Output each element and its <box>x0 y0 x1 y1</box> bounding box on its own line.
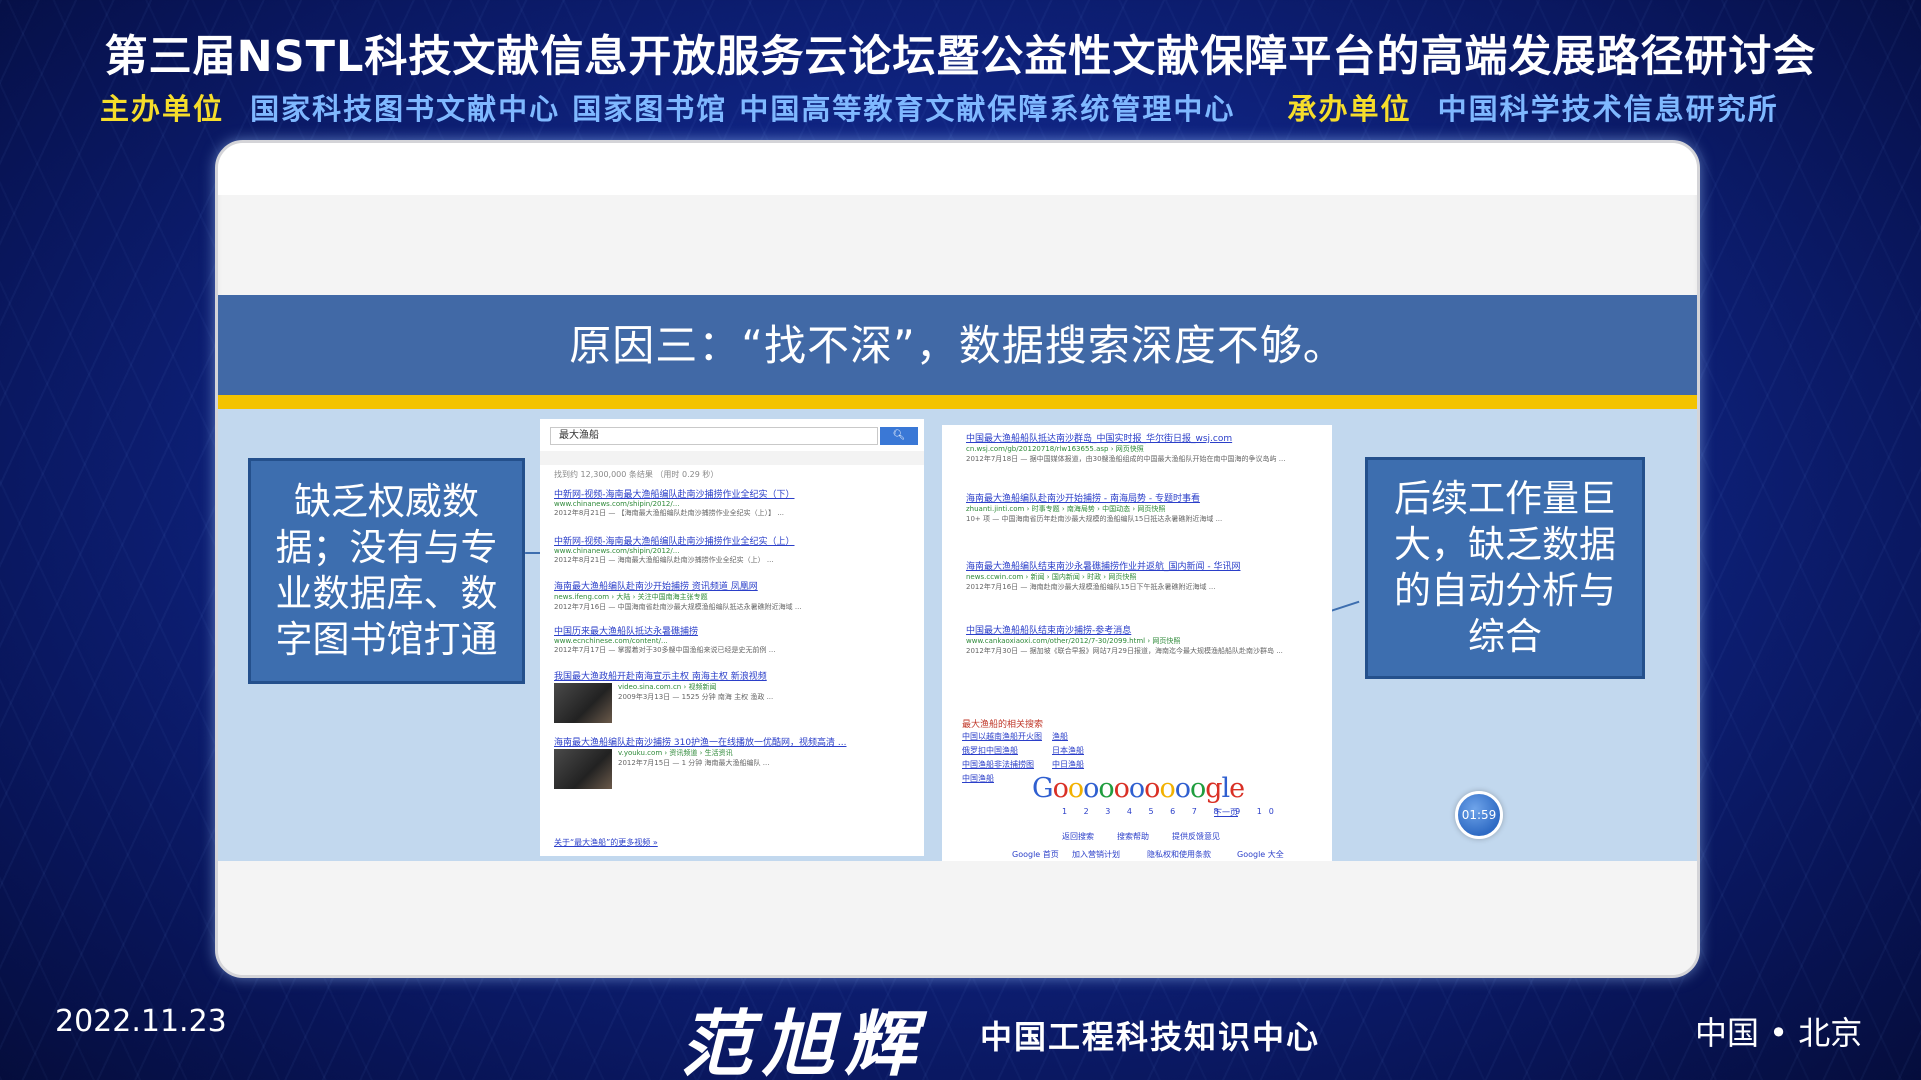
related-search-link[interactable]: 渔船 <box>1052 731 1068 742</box>
search-result[interactable]: 海南最大渔船编队结束南沙永暑礁捕捞作业并返航_国内新闻 - 华讯网 news.c… <box>966 559 1316 592</box>
search-result[interactable]: 海南最大渔船编队赴南沙开始捕捞 资讯频道 凤凰网 news.ifeng.com … <box>554 579 914 612</box>
result-snippet: 2012年7月18日 — 据中国媒体报道，由30艘渔船组成的中国最大渔船队开始在… <box>966 455 1286 463</box>
speaker-name: 范旭辉 <box>680 1002 927 1080</box>
presentation-slide: 原因三：“找不深”，数据搜索深度不够。 缺乏权威数据；没有与专业数据库、数字图书… <box>215 140 1700 978</box>
result-title[interactable]: 海南最大渔船编队赴南沙开始捕捞 资讯频道 凤凰网 <box>554 579 914 592</box>
event-location: 中国 • 北京 <box>1695 1014 1863 1052</box>
search-icon: 🔍︎ <box>892 430 906 441</box>
logo-letter: e <box>1229 773 1245 804</box>
result-title[interactable]: 中国最大渔船船队结束南沙捕捞-参考消息 <box>966 623 1316 636</box>
logo-letter: o <box>1144 773 1160 804</box>
footer-link[interactable]: 返回搜索 <box>1062 831 1094 842</box>
result-title[interactable]: 中新网-视频-海南最大渔船编队赴南沙捕捞作业全纪实（上） <box>554 534 914 547</box>
result-title[interactable]: 我国最大渔政船开赴南海宣示主权 南海主权 新浪视频 <box>554 669 914 682</box>
logo-letter: o <box>1174 773 1191 804</box>
result-title[interactable]: 中新网-视频-海南最大渔船编队赴南沙捕捞作业全纪实（下） <box>554 487 914 500</box>
footer-link[interactable]: 加入营销计划 <box>1072 849 1120 860</box>
organizer-label: 主办单位 <box>100 92 225 126</box>
result-title[interactable]: 中国最大渔船船队抵达南沙群岛_中国实时报_华尔街日报_wsj.com <box>966 431 1316 444</box>
slide-timer[interactable]: 01:59 <box>1455 791 1503 839</box>
logo-letter: o <box>1113 773 1130 804</box>
result-snippet: 2012年7月16日 — 海南赴南沙最大规模渔船编队15日下午抵永暑礁附近海域 … <box>966 583 1216 591</box>
result-title[interactable]: 中国历来最大渔船队抵达永暑礁捕捞 <box>554 624 914 637</box>
video-thumbnail[interactable] <box>554 683 612 723</box>
result-url: news.ifeng.com › 大陆 › 关注中国南海主张专题 <box>554 593 708 601</box>
search-result[interactable]: 中国最大渔船船队结束南沙捕捞-参考消息 www.cankaoxiaoxi.com… <box>966 623 1316 656</box>
search-result[interactable]: 中新网-视频-海南最大渔船编队赴南沙捕捞作业全纪实（下） www.chinane… <box>554 487 914 518</box>
result-count: 找到约 12,300,000 条结果 （用时 0.29 秒） <box>554 470 719 479</box>
result-title[interactable]: 海南最大渔船编队结束南沙永暑礁捕捞作业并返航_国内新闻 - 华讯网 <box>966 559 1316 572</box>
search-button[interactable]: 🔍︎ <box>880 427 918 445</box>
slide-bottom-area <box>218 861 1697 975</box>
pagination-pages[interactable]: 1 2 3 4 5 6 7 8 9 10 <box>1062 807 1281 816</box>
footer-link[interactable]: Google 首页 <box>1012 849 1059 860</box>
undertaker-label: 承办单位 <box>1287 92 1412 126</box>
organizers-line: 主办单位 国家科技图书文献中心 国家图书馆 中国高等教育文献保障系统管理中心 承… <box>100 86 1860 126</box>
logo-letter: G <box>1032 773 1054 804</box>
result-url: news.ccwin.com › 新闻 › 国内新闻 › 时政 › 网页快照 <box>966 573 1137 581</box>
logo-letter: o <box>1067 773 1084 804</box>
result-snippet: 2012年7月30日 — 据加坡《联合早报》网站7月29日报道，海南迄今最大规模… <box>966 647 1283 655</box>
logo-letter: o <box>1052 773 1069 804</box>
related-search-link[interactable]: 中国渔船 <box>962 773 994 784</box>
search-result[interactable]: 海南最大渔船编队赴南沙开始捕捞 - 南海局势 - 专题时事看 zhuanti.j… <box>966 491 1316 524</box>
result-snippet: 2012年7月17日 — 掌握着对于30多艘中国渔船来说已经是史无前例 ... <box>554 646 776 654</box>
conference-title: 第三届NSTL科技文献信息开放服务云论坛暨公益性文献保障平台的高端发展路径研讨会 <box>104 32 1817 82</box>
slide-top-area <box>218 143 1697 195</box>
footer-link[interactable]: 隐私权和使用条款 <box>1147 849 1211 860</box>
search-results-screenshot: 最大渔船 🔍︎ 找到约 12,300,000 条结果 （用时 0.29 秒） 中… <box>540 419 924 856</box>
callout-right: 后续工作量巨大，缺乏数据的自动分析与综合 <box>1365 457 1645 679</box>
result-url: cn.wsj.com/gb/20120718/rlw163655.asp › 网… <box>966 445 1144 453</box>
result-url: www.chinanews.com/shipin/2012/... <box>554 500 680 508</box>
search-tabs-strip <box>540 451 924 465</box>
result-snippet: 2012年8月21日 — 海南最大渔船编队赴南沙捕捞作业全纪实（上） ... <box>554 556 774 564</box>
footer-link[interactable]: 搜索帮助 <box>1117 831 1149 842</box>
search-result[interactable]: 中国历来最大渔船队抵达永暑礁捕捞 www.ecnchinese.com/cont… <box>554 624 914 655</box>
search-result[interactable]: 中国最大渔船船队抵达南沙群岛_中国实时报_华尔街日报_wsj.com cn.ws… <box>966 431 1316 464</box>
result-url: www.cankaoxiaoxi.com/other/2012/7-30/209… <box>966 637 1181 645</box>
callout-left: 缺乏权威数据；没有与专业数据库、数字图书馆打通 <box>248 458 525 684</box>
related-search-link[interactable]: 俄罗扣中国渔船 <box>962 745 1018 756</box>
related-search-link[interactable]: 日本渔船 <box>1052 745 1084 756</box>
related-searches-title: 最大渔船的相关搜索 <box>962 720 1044 730</box>
undertaker-name: 中国科学技术信息研究所 <box>1437 92 1779 126</box>
search-results-page2-screenshot: 中国最大渔船船队抵达南沙群岛_中国实时报_华尔街日报_wsj.com cn.ws… <box>942 425 1332 862</box>
result-title[interactable]: 海南最大渔船编队赴南沙开始捕捞 - 南海局势 - 专题时事看 <box>966 491 1316 504</box>
event-date: 2022.11.23 <box>55 1004 227 1039</box>
logo-letter: g <box>1205 773 1222 804</box>
slide-yellow-stripe <box>218 395 1697 409</box>
video-thumbnail[interactable] <box>554 749 612 789</box>
more-videos-label[interactable]: 关于“最大渔船”的更多视频 » <box>554 837 914 848</box>
result-url: www.chinanews.com/shipin/2012/... <box>554 547 680 555</box>
related-search-link[interactable]: 中国渔船非法捕捞图 <box>962 759 1034 770</box>
next-page-link[interactable]: 下一页 <box>1214 807 1238 818</box>
result-snippet: 2012年7月16日 — 中国海南省赴南沙最大规模渔船编队抵达永暑礁附近海域 .… <box>554 603 802 611</box>
google-pagination-logo: Goooooooooogle <box>1032 773 1245 804</box>
result-snippet: 10+ 项 — 中国海南省历年赴南沙最大规模的渔船编队15日抵达永暑礁附近海域 … <box>966 515 1223 523</box>
logo-letter: o <box>1083 773 1099 804</box>
search-result[interactable]: 中新网-视频-海南最大渔船编队赴南沙捕捞作业全纪实（上） www.chinane… <box>554 534 914 565</box>
related-search-link[interactable]: 中国以越南渔船开火图 <box>962 731 1042 742</box>
speaker-organization: 中国工程科技知识中心 <box>980 1018 1321 1056</box>
logo-letter: o <box>1189 773 1206 804</box>
result-url: www.ecnchinese.com/content/... <box>554 637 668 645</box>
result-url: zhuanti.jinti.com › 时事专题 › 南海局势 › 中国动态 ›… <box>966 505 1166 513</box>
logo-letter: o <box>1159 773 1175 804</box>
footer-link[interactable]: Google 大全 <box>1237 849 1284 860</box>
result-title[interactable]: 海南最大渔船编队赴南沙捕捞 310护渔一在线播放一优酷网，视频高清 ... <box>554 735 914 748</box>
slide-heading: 原因三：“找不深”，数据搜索深度不够。 <box>569 321 1346 370</box>
logo-letter: o <box>1128 773 1145 804</box>
footer-link[interactable]: 提供反馈意见 <box>1172 831 1220 842</box>
logo-letter: o <box>1098 773 1114 804</box>
result-snippet: 2012年8月21日 — 【海南最大渔船编队赴南沙捕捞作业全纪实（上）】 ... <box>554 509 785 517</box>
search-input[interactable]: 最大渔船 <box>550 427 878 445</box>
more-videos-link[interactable]: 关于“最大渔船”的更多视频 » <box>554 837 914 848</box>
related-search-link[interactable]: 中日渔船 <box>1052 759 1084 770</box>
organizer-names: 国家科技图书文献中心 国家图书馆 中国高等教育文献保障系统管理中心 <box>250 92 1236 126</box>
